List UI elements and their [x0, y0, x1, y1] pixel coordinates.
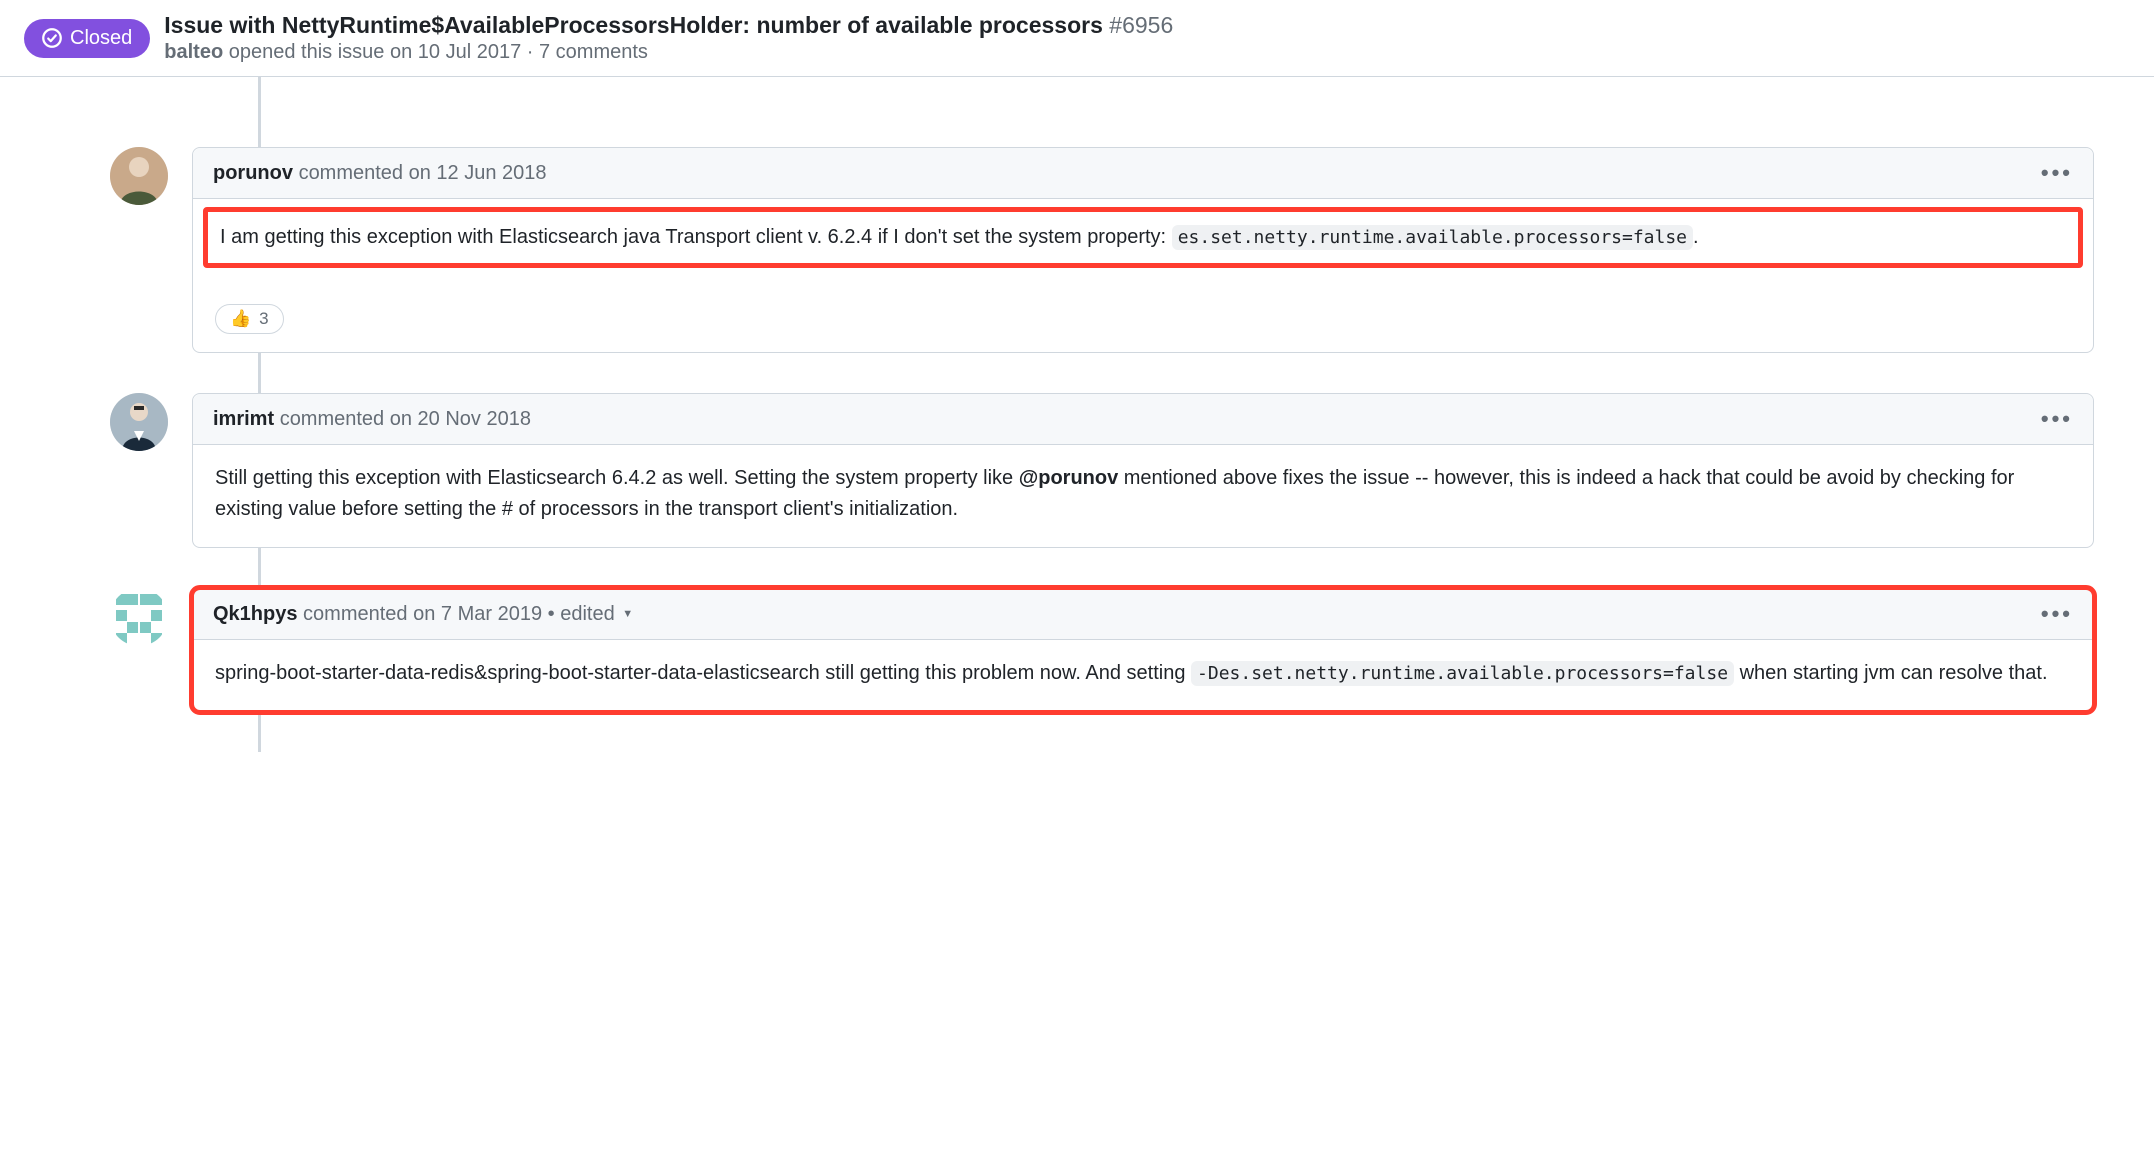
avatar-icon — [110, 147, 168, 205]
status-badge: Closed — [24, 19, 150, 58]
comment-author[interactable]: porunov — [213, 162, 293, 184]
check-circle-icon — [42, 28, 62, 48]
reaction-count: 3 — [259, 309, 268, 329]
comment-card: porunov commented on 12 Jun 2018 ••• I a… — [192, 147, 2094, 353]
comment-date[interactable]: on 12 Jun 2018 — [409, 162, 547, 184]
comment-date[interactable]: on 20 Nov 2018 — [390, 408, 531, 430]
issue-author[interactable]: balteo — [164, 41, 223, 63]
comment-header: Qk1hpys commented on 7 Mar 2019 • edited… — [193, 589, 2093, 640]
comment-body: spring-boot-starter-data-redis&spring-bo… — [193, 640, 2093, 711]
caret-down-icon: ▼ — [622, 608, 633, 620]
comment-block: imrimt commented on 20 Nov 2018 ••• Stil… — [110, 393, 2094, 548]
issue-sticky-header: Closed Issue with NettyRuntime$Available… — [0, 0, 2154, 77]
comment-block: Qk1hpys commented on 7 Mar 2019 • edited… — [110, 588, 2094, 712]
kebab-menu-icon[interactable]: ••• — [2041, 160, 2073, 186]
comment-author[interactable]: imrimt — [213, 408, 274, 430]
thumbs-up-icon: 👍 — [230, 309, 251, 329]
comment-card: Qk1hpys commented on 7 Mar 2019 • edited… — [192, 588, 2094, 712]
kebab-menu-icon[interactable]: ••• — [2041, 601, 2073, 627]
comment-header: imrimt commented on 20 Nov 2018 ••• — [193, 394, 2093, 445]
edited-indicator[interactable]: • edited ▼ — [548, 603, 634, 625]
avatar[interactable] — [110, 147, 168, 205]
avatar[interactable] — [110, 588, 168, 646]
highlight-box: I am getting this exception with Elastic… — [203, 207, 2083, 268]
identicon-icon — [110, 588, 168, 646]
kebab-menu-icon[interactable]: ••• — [2041, 406, 2073, 432]
inline-code: es.set.netty.runtime.available.processor… — [1172, 225, 1693, 250]
avatar-icon — [110, 393, 168, 451]
issue-title[interactable]: Issue with NettyRuntime$AvailableProcess… — [164, 12, 1173, 39]
issue-number: #6956 — [1109, 12, 1173, 38]
avatar[interactable] — [110, 393, 168, 451]
comment-body: I am getting this exception with Elastic… — [193, 199, 2093, 304]
inline-code: -Des.set.netty.runtime.available.process… — [1191, 661, 1734, 686]
reaction-thumbs-up[interactable]: 👍 3 — [215, 304, 284, 334]
comment-count: 7 comments — [539, 41, 648, 63]
reactions: 👍 3 — [193, 304, 2093, 352]
issue-meta: balteo opened this issue on 10 Jul 2017 … — [164, 41, 1173, 64]
status-label: Closed — [70, 27, 132, 50]
comment-block: porunov commented on 12 Jun 2018 ••• I a… — [110, 147, 2094, 353]
comment-body: Still getting this exception with Elasti… — [193, 445, 2093, 547]
comment-header: porunov commented on 12 Jun 2018 ••• — [193, 148, 2093, 199]
comment-author[interactable]: Qk1hpys — [213, 603, 297, 625]
comment-card: imrimt commented on 20 Nov 2018 ••• Stil… — [192, 393, 2094, 548]
user-mention[interactable]: @porunov — [1019, 467, 1119, 489]
comment-date[interactable]: on 7 Mar 2019 — [413, 603, 542, 625]
